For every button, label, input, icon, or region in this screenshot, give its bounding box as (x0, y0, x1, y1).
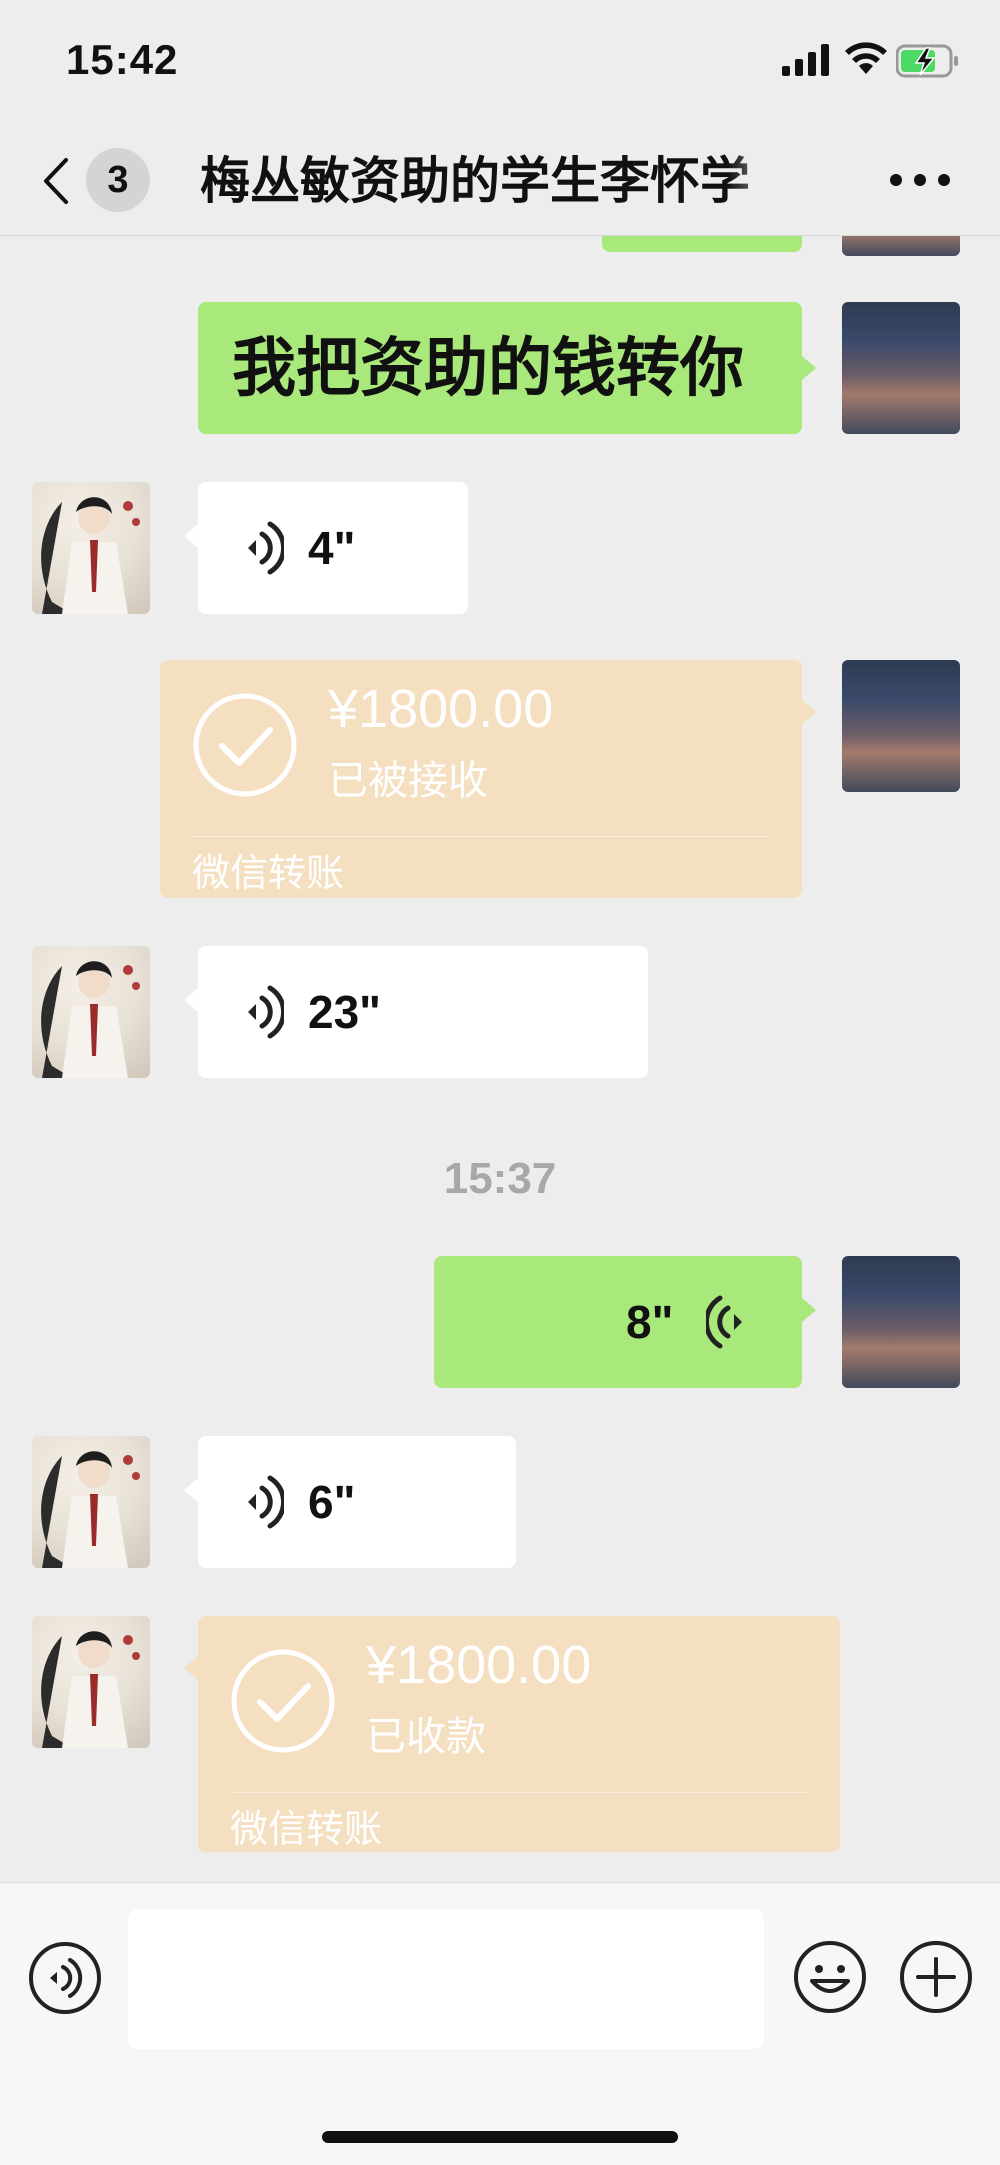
more-options-icon[interactable] (888, 170, 952, 190)
voice-duration: 4" (308, 522, 356, 574)
self-avatar[interactable] (842, 236, 960, 256)
transfer-check-icon (193, 693, 297, 797)
chat-message-list[interactable]: 我把资助的钱转你 4" ¥1800.00 已被接收 微信转账 23" 15:37… (0, 236, 1000, 1882)
signal-icon (782, 44, 829, 76)
contact-avatar[interactable] (32, 482, 150, 614)
transfer-footer-label: 微信转账 (230, 1809, 383, 1851)
voice-message-bubble[interactable]: 23" (184, 946, 648, 1078)
input-bar (0, 1882, 1000, 2165)
voice-message-bubble-sent[interactable]: 8" (434, 1256, 816, 1388)
self-avatar[interactable] (842, 1256, 960, 1388)
avatar-illustration (41, 961, 140, 1078)
avatar-illustration (41, 1631, 140, 1748)
emoji-icon[interactable] (792, 1939, 868, 2015)
voice-message-bubble[interactable]: 4" (184, 482, 468, 614)
voice-wave-icon (248, 985, 284, 1039)
voice-duration: 23" (308, 986, 381, 1038)
avatar-illustration (41, 1451, 140, 1568)
contact-avatar[interactable] (32, 946, 150, 1078)
message-text: 我把资助的钱转你 (232, 332, 744, 404)
self-avatar[interactable] (842, 302, 960, 434)
add-more-icon[interactable] (898, 1939, 974, 2015)
previous-message-bubble[interactable] (602, 236, 802, 252)
message-timestamp: 15:37 (443, 1154, 557, 1203)
message-input[interactable] (128, 1909, 764, 2049)
voice-wave-icon (248, 1475, 284, 1529)
home-indicator[interactable] (322, 2131, 678, 2143)
voice-wave-icon (706, 1295, 742, 1349)
voice-duration: 8" (626, 1296, 674, 1348)
unread-count-badge[interactable]: 3 (86, 148, 150, 212)
wifi-icon (845, 42, 887, 74)
battery-charging-icon (896, 44, 958, 78)
transfer-bubble-received[interactable]: ¥1800.00 已收款 微信转账 (184, 1616, 840, 1852)
transfer-check-icon (231, 1649, 335, 1753)
nav-bar: 3 梅丛敏资助的学生李怀学 (0, 120, 1000, 236)
chat-screen: 15:42 3 梅丛敏资助的学生李怀学 我把资助的钱转你 4" ¥1800.00… (0, 0, 1000, 2165)
back-chevron-icon[interactable] (40, 156, 70, 206)
voice-message-bubble[interactable]: 6" (184, 1436, 516, 1568)
transfer-footer-label: 微信转账 (192, 853, 345, 895)
voice-input-toggle-icon[interactable] (28, 1941, 102, 2015)
voice-duration: 6" (308, 1476, 356, 1528)
self-avatar[interactable] (842, 660, 960, 792)
transfer-divider (192, 836, 770, 837)
transfer-bubble-sent[interactable]: ¥1800.00 已被接收 微信转账 (160, 660, 816, 898)
contact-avatar[interactable] (32, 1436, 150, 1568)
chat-title: 梅丛敏资助的学生李怀学 (200, 153, 750, 209)
transfer-divider (230, 1792, 808, 1793)
contact-avatar[interactable] (32, 1616, 150, 1748)
status-time: 15:42 (66, 36, 179, 83)
status-bar: 15:42 (0, 0, 1000, 120)
avatar-illustration (41, 497, 140, 614)
voice-wave-icon (248, 521, 284, 575)
message-bubble-text[interactable]: 我把资助的钱转你 (198, 302, 816, 434)
transfer-amount: ¥1800.00 (366, 1635, 592, 1695)
transfer-status: 已收款 (366, 1715, 486, 1759)
transfer-amount: ¥1800.00 (328, 679, 554, 739)
transfer-status: 已被接收 (328, 759, 488, 803)
